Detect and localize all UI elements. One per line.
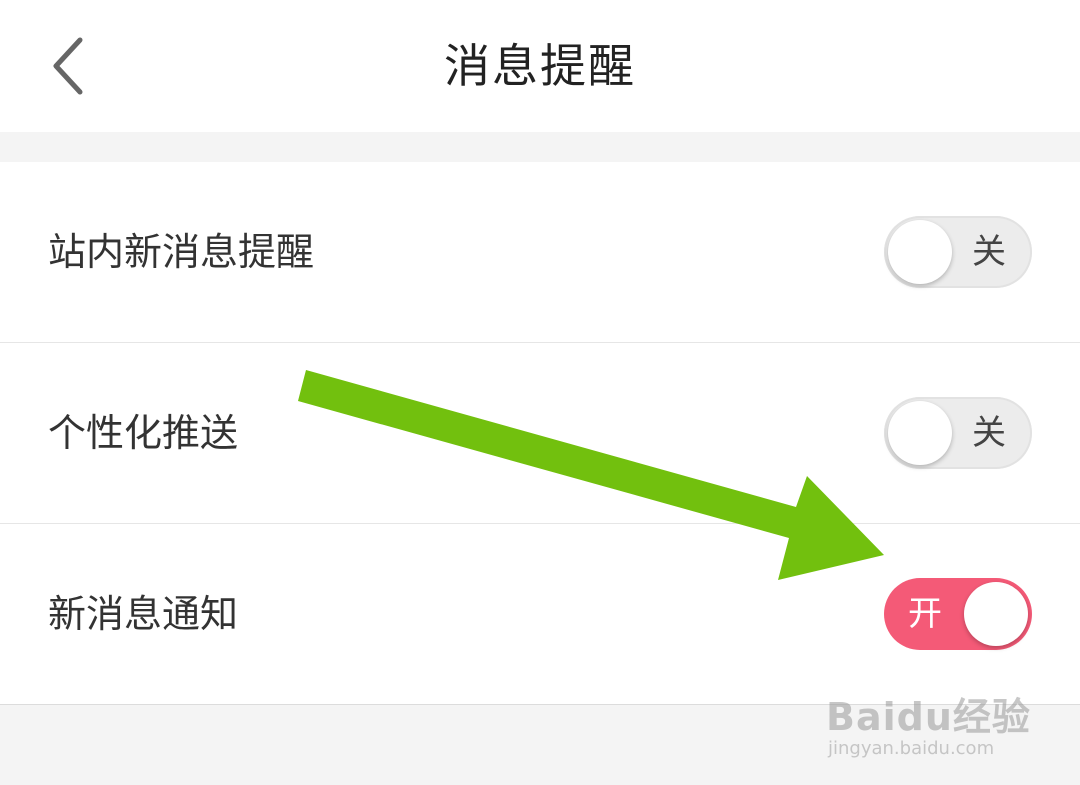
setting-row-personalized-push: 个性化推送 关 bbox=[0, 343, 1080, 524]
site-message-toggle[interactable]: 关 bbox=[884, 216, 1032, 288]
watermark-brand: Baidu经验 bbox=[826, 695, 1031, 739]
setting-label: 站内新消息提醒 bbox=[48, 230, 315, 274]
toggle-state-text: 开 bbox=[908, 594, 942, 634]
toggle-knob bbox=[888, 401, 952, 465]
toggle-knob bbox=[888, 220, 952, 284]
setting-label: 个性化推送 bbox=[48, 411, 239, 455]
watermark-url: jingyan.baidu.com bbox=[828, 738, 995, 759]
toggle-knob bbox=[964, 582, 1028, 646]
new-message-notify-toggle[interactable]: 开 bbox=[884, 578, 1032, 650]
baidu-jingyan-watermark: Baidu经验 jingyan.baidu.com bbox=[820, 672, 1050, 772]
setting-row-site-message: 站内新消息提醒 关 bbox=[0, 162, 1080, 343]
setting-label: 新消息通知 bbox=[48, 592, 239, 636]
toggle-state-text: 关 bbox=[972, 232, 1006, 272]
settings-list: 站内新消息提醒 关 个性化推送 关 新消息通知 开 bbox=[0, 162, 1080, 705]
toggle-state-text: 关 bbox=[972, 413, 1006, 453]
header-bar: 消息提醒 bbox=[0, 0, 1080, 132]
personalized-push-toggle[interactable]: 关 bbox=[884, 397, 1032, 469]
page-title: 消息提醒 bbox=[444, 39, 636, 93]
